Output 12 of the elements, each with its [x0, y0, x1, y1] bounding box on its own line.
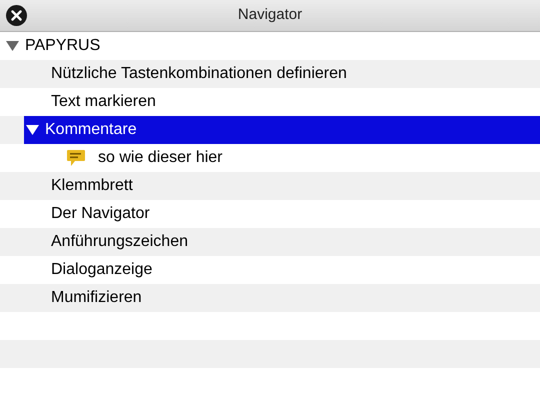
window-title: Navigator: [238, 5, 302, 26]
tree-item[interactable]: Dialoganzeige: [24, 256, 540, 284]
tree-item[interactable]: Der Navigator: [24, 200, 540, 228]
disclosure-triangle-icon[interactable]: [6, 40, 19, 52]
tree-item[interactable]: Kommentare: [24, 116, 540, 144]
close-icon: [11, 10, 22, 21]
comment-icon: [66, 149, 86, 167]
tree-item[interactable]: so wie dieser hier: [0, 144, 540, 172]
disclosure-triangle-icon[interactable]: [26, 124, 39, 136]
tree-item[interactable]: Text markieren: [24, 88, 540, 116]
close-button[interactable]: [6, 5, 27, 26]
tree-item[interactable]: PAPYRUS: [0, 32, 540, 60]
